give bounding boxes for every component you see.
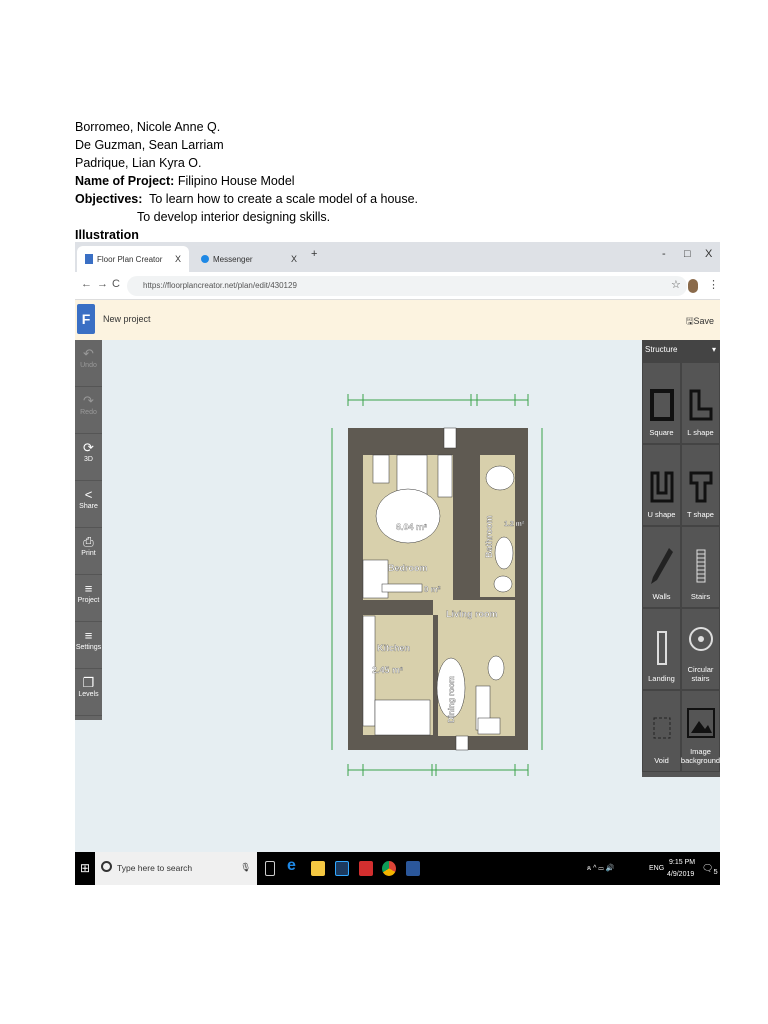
project-button[interactable]: ≡ Project [75,575,102,622]
clock-time[interactable]: 9:15 PM [669,859,695,866]
language-indicator[interactable]: ENG [649,865,664,872]
close-window-button[interactable]: X [705,248,712,260]
save-button[interactable]: 🖫Save [686,314,714,330]
bedroom-area: 6.04 m² [396,522,427,532]
project-title[interactable]: New project [103,314,151,324]
app-header: F New project 🖫Save [75,300,720,340]
objective-2: To develop interior designing skills. [137,210,331,224]
word-icon[interactable] [406,861,420,876]
url-field[interactable]: https://floorplancreator.net/plan/edit/4… [127,276,687,296]
square-icon [649,389,674,421]
sliders-icon: ≡ [84,581,93,596]
address-bar-row: ← → C https://floorplancreator.net/plan/… [75,272,720,300]
microphone-icon[interactable]: 🎙 [240,862,251,873]
app-logo[interactable]: F [77,304,95,334]
l-shape-tool[interactable]: L shape [681,362,720,444]
app-favicon-icon [85,254,93,264]
t-shape-tool[interactable]: T shape [681,444,720,526]
pencil-icon [650,548,673,584]
landing-icon [656,631,667,665]
project-name-line: Name of Project: Filipino House Model [75,174,295,188]
photoshop-icon[interactable] [335,861,349,876]
image-icon [686,708,715,738]
left-toolbar: ↶ Undo ↷ Redo ⟳ 3D < Share ⎙ Print ≡ Project ≡… [75,340,102,720]
redo-icon: ↷ [83,393,94,408]
screenshot: Floor Plan Creator X Messenger X + - □ X ←… [75,242,720,885]
back-icon[interactable]: ← [81,278,92,290]
stairs-icon [696,549,705,583]
task-view-icon[interactable] [265,861,275,876]
redo-button[interactable]: ↷ Redo [75,387,102,434]
undo-button[interactable]: ↶ Undo [75,340,102,387]
settings-button[interactable]: ≡ Settings [75,622,102,669]
close-tab-icon[interactable]: X [291,254,297,264]
floor-plan[interactable]: 6.04 m² Bedroom Bathroom 1.2 m² 0 m² Liv… [320,388,550,783]
walls-tool[interactable]: Walls [642,526,681,608]
circular-stairs-icon [688,627,713,651]
reload-icon[interactable]: C [112,278,120,290]
sliders-icon: ≡ [84,628,93,643]
print-button[interactable]: ⎙ Print [75,528,102,575]
author-2: De Guzman, Sean Larriam [75,138,224,152]
objectives-line: Objectives: To learn how to create a sca… [75,192,419,206]
notifications-icon[interactable]: 🗨5 [702,863,718,876]
kitchen-label: Kitchen [377,643,410,653]
clock-date[interactable]: 4/9/2019 [667,871,694,878]
structure-dropdown[interactable]: Structure ▾ [642,340,720,362]
void-icon [653,717,670,739]
tab-floor-plan-creator[interactable]: Floor Plan Creator X [77,246,189,272]
author-1: Borromeo, Nicole Anne Q. [75,120,221,134]
square-tool[interactable]: Square [642,362,681,444]
windows-start-icon[interactable]: ⊞ [80,861,90,875]
print-icon: ⎙ [83,534,94,549]
app-icon[interactable] [359,861,373,876]
edge-icon[interactable]: e [287,857,301,874]
share-icon: < [84,487,93,502]
bedroom-label: Bedroom [388,563,428,573]
3d-rotate-icon: ⟳ [83,440,94,455]
void-tool[interactable]: Void [642,690,681,772]
layers-icon: ❐ [82,675,95,690]
t-shape-icon [689,471,712,503]
document-header: Borromeo, Nicole Anne Q. De Guzman, Sean… [75,118,418,244]
taskbar-search[interactable]: Type here to search 🎙 [95,852,257,885]
chrome-icon[interactable] [382,861,396,876]
minimize-button[interactable]: - [662,248,666,260]
close-tab-icon[interactable]: X [175,254,181,264]
living-room-label: Living room [446,609,498,619]
circular-stairs-tool[interactable]: Circular stairs [681,608,720,690]
cortana-icon [101,861,112,872]
bathroom-area: 1.2 m² [504,521,525,528]
u-shape-icon [650,471,673,503]
bathroom-label: Bathroom [484,516,494,559]
bookmark-star-icon[interactable]: ☆ [671,278,681,291]
undo-icon: ↶ [83,346,94,361]
author-3: Padrique, Lian Kyra O. [75,156,202,170]
profile-avatar[interactable] [688,279,698,293]
tab-messenger[interactable]: Messenger X [193,246,305,272]
l-shape-icon [689,389,712,421]
maximize-button[interactable]: □ [684,248,691,260]
3d-button[interactable]: ⟳ 3D [75,434,102,481]
stairs-tool[interactable]: Stairs [681,526,720,608]
tray-icons[interactable]: ጰ ^ ▭ 🔊 [587,864,614,873]
messenger-icon [201,255,209,263]
chevron-down-icon: ▾ [711,345,716,354]
levels-button[interactable]: ❐ Levels [75,669,102,716]
windows-taskbar: ⊞ Type here to search 🎙 e ጰ ^ ▭ 🔊 ENG 9:1… [75,852,720,885]
tab-bar: Floor Plan Creator X Messenger X + - □ X [75,242,720,272]
dining-room-label: Dining room [447,676,456,723]
file-explorer-icon[interactable] [311,861,325,876]
share-button[interactable]: < Share [75,481,102,528]
menu-icon[interactable]: ⋮ [708,278,719,291]
structure-panel: Structure ▾ Square L shape U shape T shap… [642,340,720,777]
living-room-area: 0 m² [424,585,441,594]
kitchen-area: 2.45 m² [372,665,403,675]
landing-tool[interactable]: Landing [642,608,681,690]
forward-icon[interactable]: → [97,278,108,290]
u-shape-tool[interactable]: U shape [642,444,681,526]
image-background-tool[interactable]: Image background [681,690,720,772]
new-tab-button[interactable]: + [311,248,317,260]
